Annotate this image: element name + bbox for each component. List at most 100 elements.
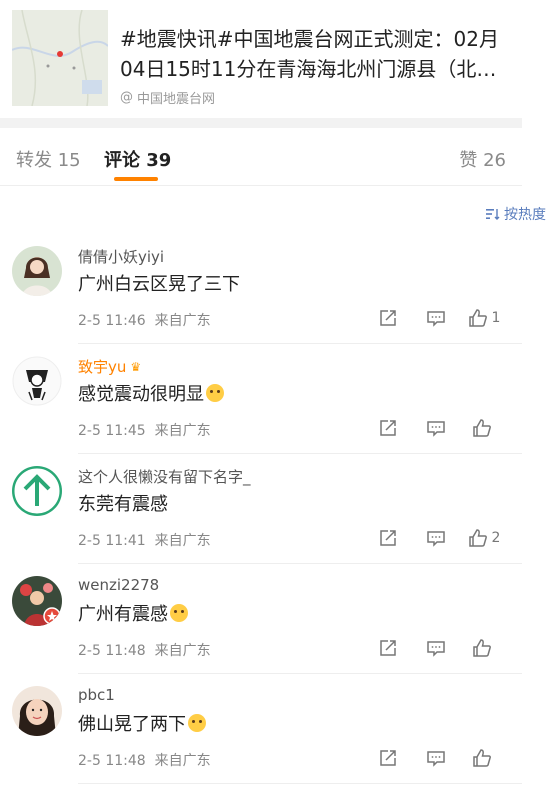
share-button[interactable] xyxy=(364,524,412,552)
comment-item: 致宇yu ♛ 感觉震动很明显 2-5 11:45 来自广东 xyxy=(0,344,522,454)
reply-icon xyxy=(427,531,445,547)
comment-meta: 2-5 11:45 来自广东 xyxy=(78,420,211,440)
like-button[interactable] xyxy=(460,414,508,442)
comment-item: wenzi2278 广州有震感 2-5 11:48 来自广东 xyxy=(0,564,522,674)
share-icon xyxy=(380,310,396,326)
comment-body: 佛山晃了两下 xyxy=(78,714,186,735)
comment-location: 来自广东 xyxy=(154,313,211,329)
like-icon xyxy=(468,529,487,547)
sort-label: 按热度 xyxy=(504,207,546,223)
share-card[interactable]: #地震快讯#中国地震台网正式测定：02月04日15时11分在青海海北州门源县（北… xyxy=(12,10,522,110)
comment-text: 佛山晃了两下 xyxy=(78,710,206,736)
tabs-border xyxy=(0,185,522,186)
crying-emoji-icon xyxy=(206,384,224,402)
comment-actions xyxy=(364,414,508,442)
comment-item: 这个人很懒没有留下名字_ 东莞有震感 2-5 11:41 来自广东 2 xyxy=(0,454,522,564)
laughing-emoji-icon xyxy=(188,714,206,732)
share-icon xyxy=(380,420,396,436)
comment-nick[interactable]: pbc1 xyxy=(78,686,115,704)
vip-crown-icon: ♛ xyxy=(130,359,142,374)
comment-nick[interactable]: 倩倩小妖yiyi xyxy=(78,246,164,267)
avatar[interactable] xyxy=(12,356,62,406)
comment-body: 广州有震感 xyxy=(78,604,168,625)
at-icon: @ xyxy=(120,90,133,105)
reply-icon xyxy=(427,751,445,767)
share-button[interactable] xyxy=(364,414,412,442)
like-count: 2 xyxy=(491,530,501,546)
reply-button[interactable] xyxy=(412,524,460,552)
reply-icon xyxy=(427,641,445,657)
comment-meta: 2-5 11:46 来自广东 xyxy=(78,310,211,330)
comment-text: 东莞有震感 xyxy=(78,490,168,516)
nick-label: 倩倩小妖yiyi xyxy=(78,248,165,266)
comment-time: 2-5 11:41 xyxy=(78,533,146,549)
comment-nick[interactable]: 致宇yu ♛ xyxy=(78,356,141,377)
comment-nick[interactable]: 这个人很懒没有留下名字_ xyxy=(78,466,251,487)
like-icon xyxy=(473,639,491,657)
avatar[interactable] xyxy=(12,686,62,736)
map-thumbnail xyxy=(12,10,108,106)
share-button[interactable] xyxy=(364,634,412,662)
share-button[interactable] xyxy=(364,744,412,772)
reply-button[interactable] xyxy=(412,304,460,332)
share-icon xyxy=(380,750,396,766)
comment-location: 来自广东 xyxy=(154,753,211,769)
card-title: #地震快讯#中国地震台网正式测定：02月04日15时11分在青海海北州门源县（北… xyxy=(120,27,499,81)
sort-icon xyxy=(486,209,500,220)
reply-icon xyxy=(427,311,445,327)
nick-label: 这个人很懒没有留下名字_ xyxy=(78,468,251,486)
comment-time: 2-5 11:48 xyxy=(78,643,146,659)
section-divider xyxy=(0,118,522,128)
like-icon xyxy=(468,309,487,327)
sort-button[interactable]: 按热度 xyxy=(486,204,546,224)
reply-button[interactable] xyxy=(412,414,460,442)
reply-button[interactable] xyxy=(412,744,460,772)
tab-comment[interactable]: 评论 39 xyxy=(104,146,171,172)
sweat-emoji-icon xyxy=(170,604,188,622)
comment-time: 2-5 11:46 xyxy=(78,313,146,329)
like-button[interactable] xyxy=(460,744,508,772)
like-button[interactable] xyxy=(460,634,508,662)
share-icon xyxy=(380,530,396,546)
comment-item: 倩倩小妖yiyi 广州白云区晃了三下 2-5 11:46 来自广东 1 xyxy=(0,234,522,344)
comment-body: 广州白云区晃了三下 xyxy=(78,274,240,295)
comment-item: pbc1 佛山晃了两下 2-5 11:48 来自广东 xyxy=(0,674,522,784)
reply-button[interactable] xyxy=(412,634,460,662)
comment-location: 来自广东 xyxy=(154,423,211,439)
reply-icon xyxy=(427,421,445,437)
comment-time: 2-5 11:45 xyxy=(78,423,146,439)
card-source-label: 中国地震台网 xyxy=(137,92,216,107)
comment-actions: 1 xyxy=(364,304,508,332)
comment-text: 感觉震动很明显 xyxy=(78,380,224,406)
comment-nick[interactable]: wenzi2278 xyxy=(78,576,159,594)
tab-repost[interactable]: 转发 15 xyxy=(16,146,81,172)
avatar[interactable] xyxy=(12,576,62,626)
comment-text: 广州有震感 xyxy=(78,600,188,626)
card-source: @ 中国地震台网 xyxy=(120,88,215,107)
comment-body: 东莞有震感 xyxy=(78,494,168,515)
like-icon xyxy=(473,749,491,767)
share-button[interactable] xyxy=(364,304,412,332)
comment-location: 来自广东 xyxy=(154,643,211,659)
comment-actions: 2 xyxy=(364,524,508,552)
row-separator xyxy=(78,783,522,784)
comment-location: 来自广东 xyxy=(154,533,211,549)
nick-label: 致宇yu xyxy=(78,358,127,376)
like-button[interactable]: 2 xyxy=(460,524,508,552)
tab-like[interactable]: 赞 26 xyxy=(459,146,506,172)
comment-meta: 2-5 11:41 来自广东 xyxy=(78,530,211,550)
comment-time: 2-5 11:48 xyxy=(78,753,146,769)
comment-meta: 2-5 11:48 来自广东 xyxy=(78,750,211,770)
comment-meta: 2-5 11:48 来自广东 xyxy=(78,640,211,660)
like-button[interactable]: 1 xyxy=(460,304,508,332)
comment-actions xyxy=(364,634,508,662)
nick-label: pbc1 xyxy=(78,686,115,704)
nick-label: wenzi2278 xyxy=(78,576,160,594)
tab-bar: 转发 15 评论 39 赞 26 xyxy=(0,130,522,186)
avatar[interactable] xyxy=(12,246,62,296)
like-count: 1 xyxy=(491,310,501,326)
avatar[interactable] xyxy=(12,466,62,516)
comment-text: 广州白云区晃了三下 xyxy=(78,270,240,296)
comment-actions xyxy=(364,744,508,772)
like-icon xyxy=(473,419,491,437)
